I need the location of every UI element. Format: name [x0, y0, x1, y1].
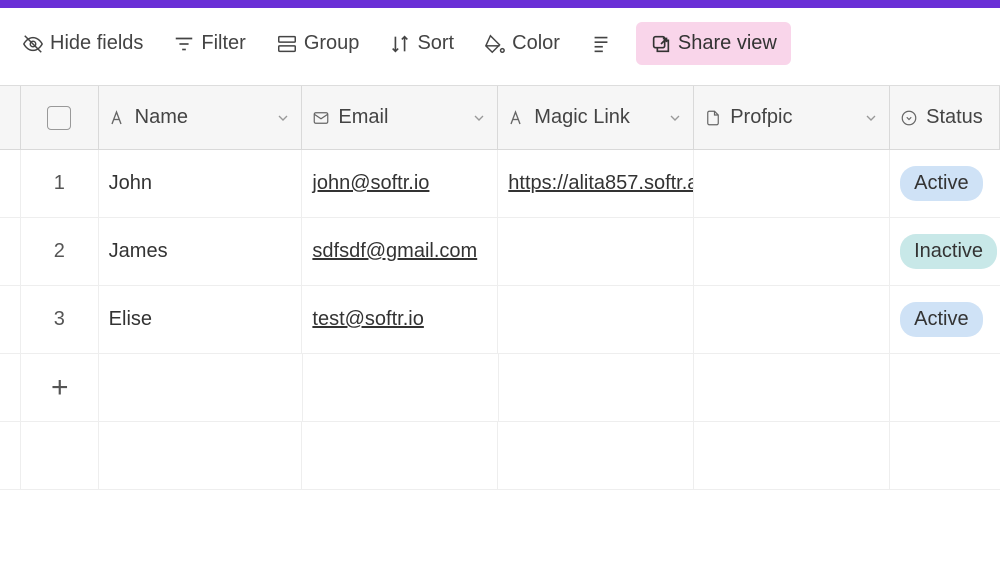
row-number: 1	[20, 150, 99, 217]
app-top-bar	[0, 0, 1000, 8]
text-field-icon	[109, 109, 127, 127]
row-number: 2	[20, 218, 99, 285]
column-label: Name	[135, 106, 188, 129]
filter-icon	[173, 33, 195, 55]
attachment-field-icon	[704, 109, 722, 127]
cell-name[interactable]: Elise	[99, 286, 303, 353]
header-checkbox-cell[interactable]	[20, 86, 99, 149]
table-row[interactable]: 2Jamessdfsdf@gmail.com Inactive	[0, 218, 1000, 286]
eye-off-icon	[22, 33, 44, 55]
column-label: Email	[338, 106, 388, 129]
filter-button[interactable]: Filter	[159, 22, 259, 65]
column-header-magic-link[interactable]: Magic Link	[498, 86, 694, 149]
group-label: Group	[304, 32, 360, 55]
data-grid: Name Email Magic Link Profpic Status 1Jo…	[0, 85, 1000, 490]
chevron-down-icon[interactable]	[667, 110, 683, 126]
status-badge: Inactive	[900, 234, 997, 269]
chevron-down-icon[interactable]	[863, 110, 879, 126]
column-label: Magic Link	[534, 106, 630, 129]
paint-bucket-icon	[484, 33, 506, 55]
color-button[interactable]: Color	[470, 22, 574, 65]
hide-fields-button[interactable]: Hide fields	[8, 22, 157, 65]
share-view-label: Share view	[678, 32, 777, 55]
column-header-name[interactable]: Name	[99, 86, 303, 149]
chevron-down-icon[interactable]	[471, 110, 487, 126]
cell-name[interactable]: James	[99, 218, 303, 285]
column-header-status[interactable]: Status	[890, 86, 1000, 149]
header-leading-gap	[0, 86, 20, 149]
add-row[interactable]: +	[0, 354, 1000, 422]
color-label: Color	[512, 32, 560, 55]
cell-name[interactable]: John	[99, 150, 303, 217]
row-height-icon	[590, 33, 612, 55]
cell-email[interactable]: sdfsdf@gmail.com	[302, 218, 498, 285]
cell-profpic[interactable]	[694, 286, 890, 353]
sort-icon	[389, 33, 411, 55]
share-icon	[650, 33, 672, 55]
cell-status[interactable]: Inactive	[890, 218, 1000, 285]
select-all-checkbox[interactable]	[47, 106, 71, 130]
status-badge: Active	[900, 302, 982, 337]
column-label: Status	[926, 106, 983, 129]
cell-magic-link[interactable]: https://alita857.softr.app/...	[498, 150, 694, 217]
single-select-icon	[900, 109, 918, 127]
cell-email[interactable]: john@softr.io	[302, 150, 498, 217]
cell-profpic[interactable]	[694, 218, 890, 285]
cell-email[interactable]: test@softr.io	[302, 286, 498, 353]
share-view-button[interactable]: Share view	[636, 22, 791, 65]
cell-magic-link[interactable]	[498, 286, 694, 353]
group-icon	[276, 33, 298, 55]
chevron-down-icon[interactable]	[275, 110, 291, 126]
filter-label: Filter	[201, 32, 245, 55]
column-header-profpic[interactable]: Profpic	[694, 86, 890, 149]
row-height-button[interactable]	[576, 23, 626, 65]
column-label: Profpic	[730, 106, 792, 129]
cell-status[interactable]: Active	[890, 286, 1000, 353]
sort-button[interactable]: Sort	[375, 22, 468, 65]
cell-status[interactable]: Active	[890, 150, 1000, 217]
cell-magic-link[interactable]	[498, 218, 694, 285]
table-row[interactable]: 1Johnjohn@softr.iohttps://alita857.softr…	[0, 150, 1000, 218]
email-field-icon	[312, 109, 330, 127]
status-badge: Active	[900, 166, 982, 201]
sort-label: Sort	[417, 32, 454, 55]
group-button[interactable]: Group	[262, 22, 374, 65]
add-row-icon[interactable]: +	[20, 354, 99, 421]
column-header-email[interactable]: Email	[302, 86, 498, 149]
table-header-row: Name Email Magic Link Profpic Status	[0, 86, 1000, 150]
row-number: 3	[20, 286, 99, 353]
hide-fields-label: Hide fields	[50, 32, 143, 55]
text-field-icon	[508, 109, 526, 127]
blank-row	[0, 422, 1000, 490]
table-row[interactable]: 3Elisetest@softr.io Active	[0, 286, 1000, 354]
cell-profpic[interactable]	[694, 150, 890, 217]
toolbar: Hide fields Filter Group Sort Color Shar…	[0, 8, 1000, 79]
